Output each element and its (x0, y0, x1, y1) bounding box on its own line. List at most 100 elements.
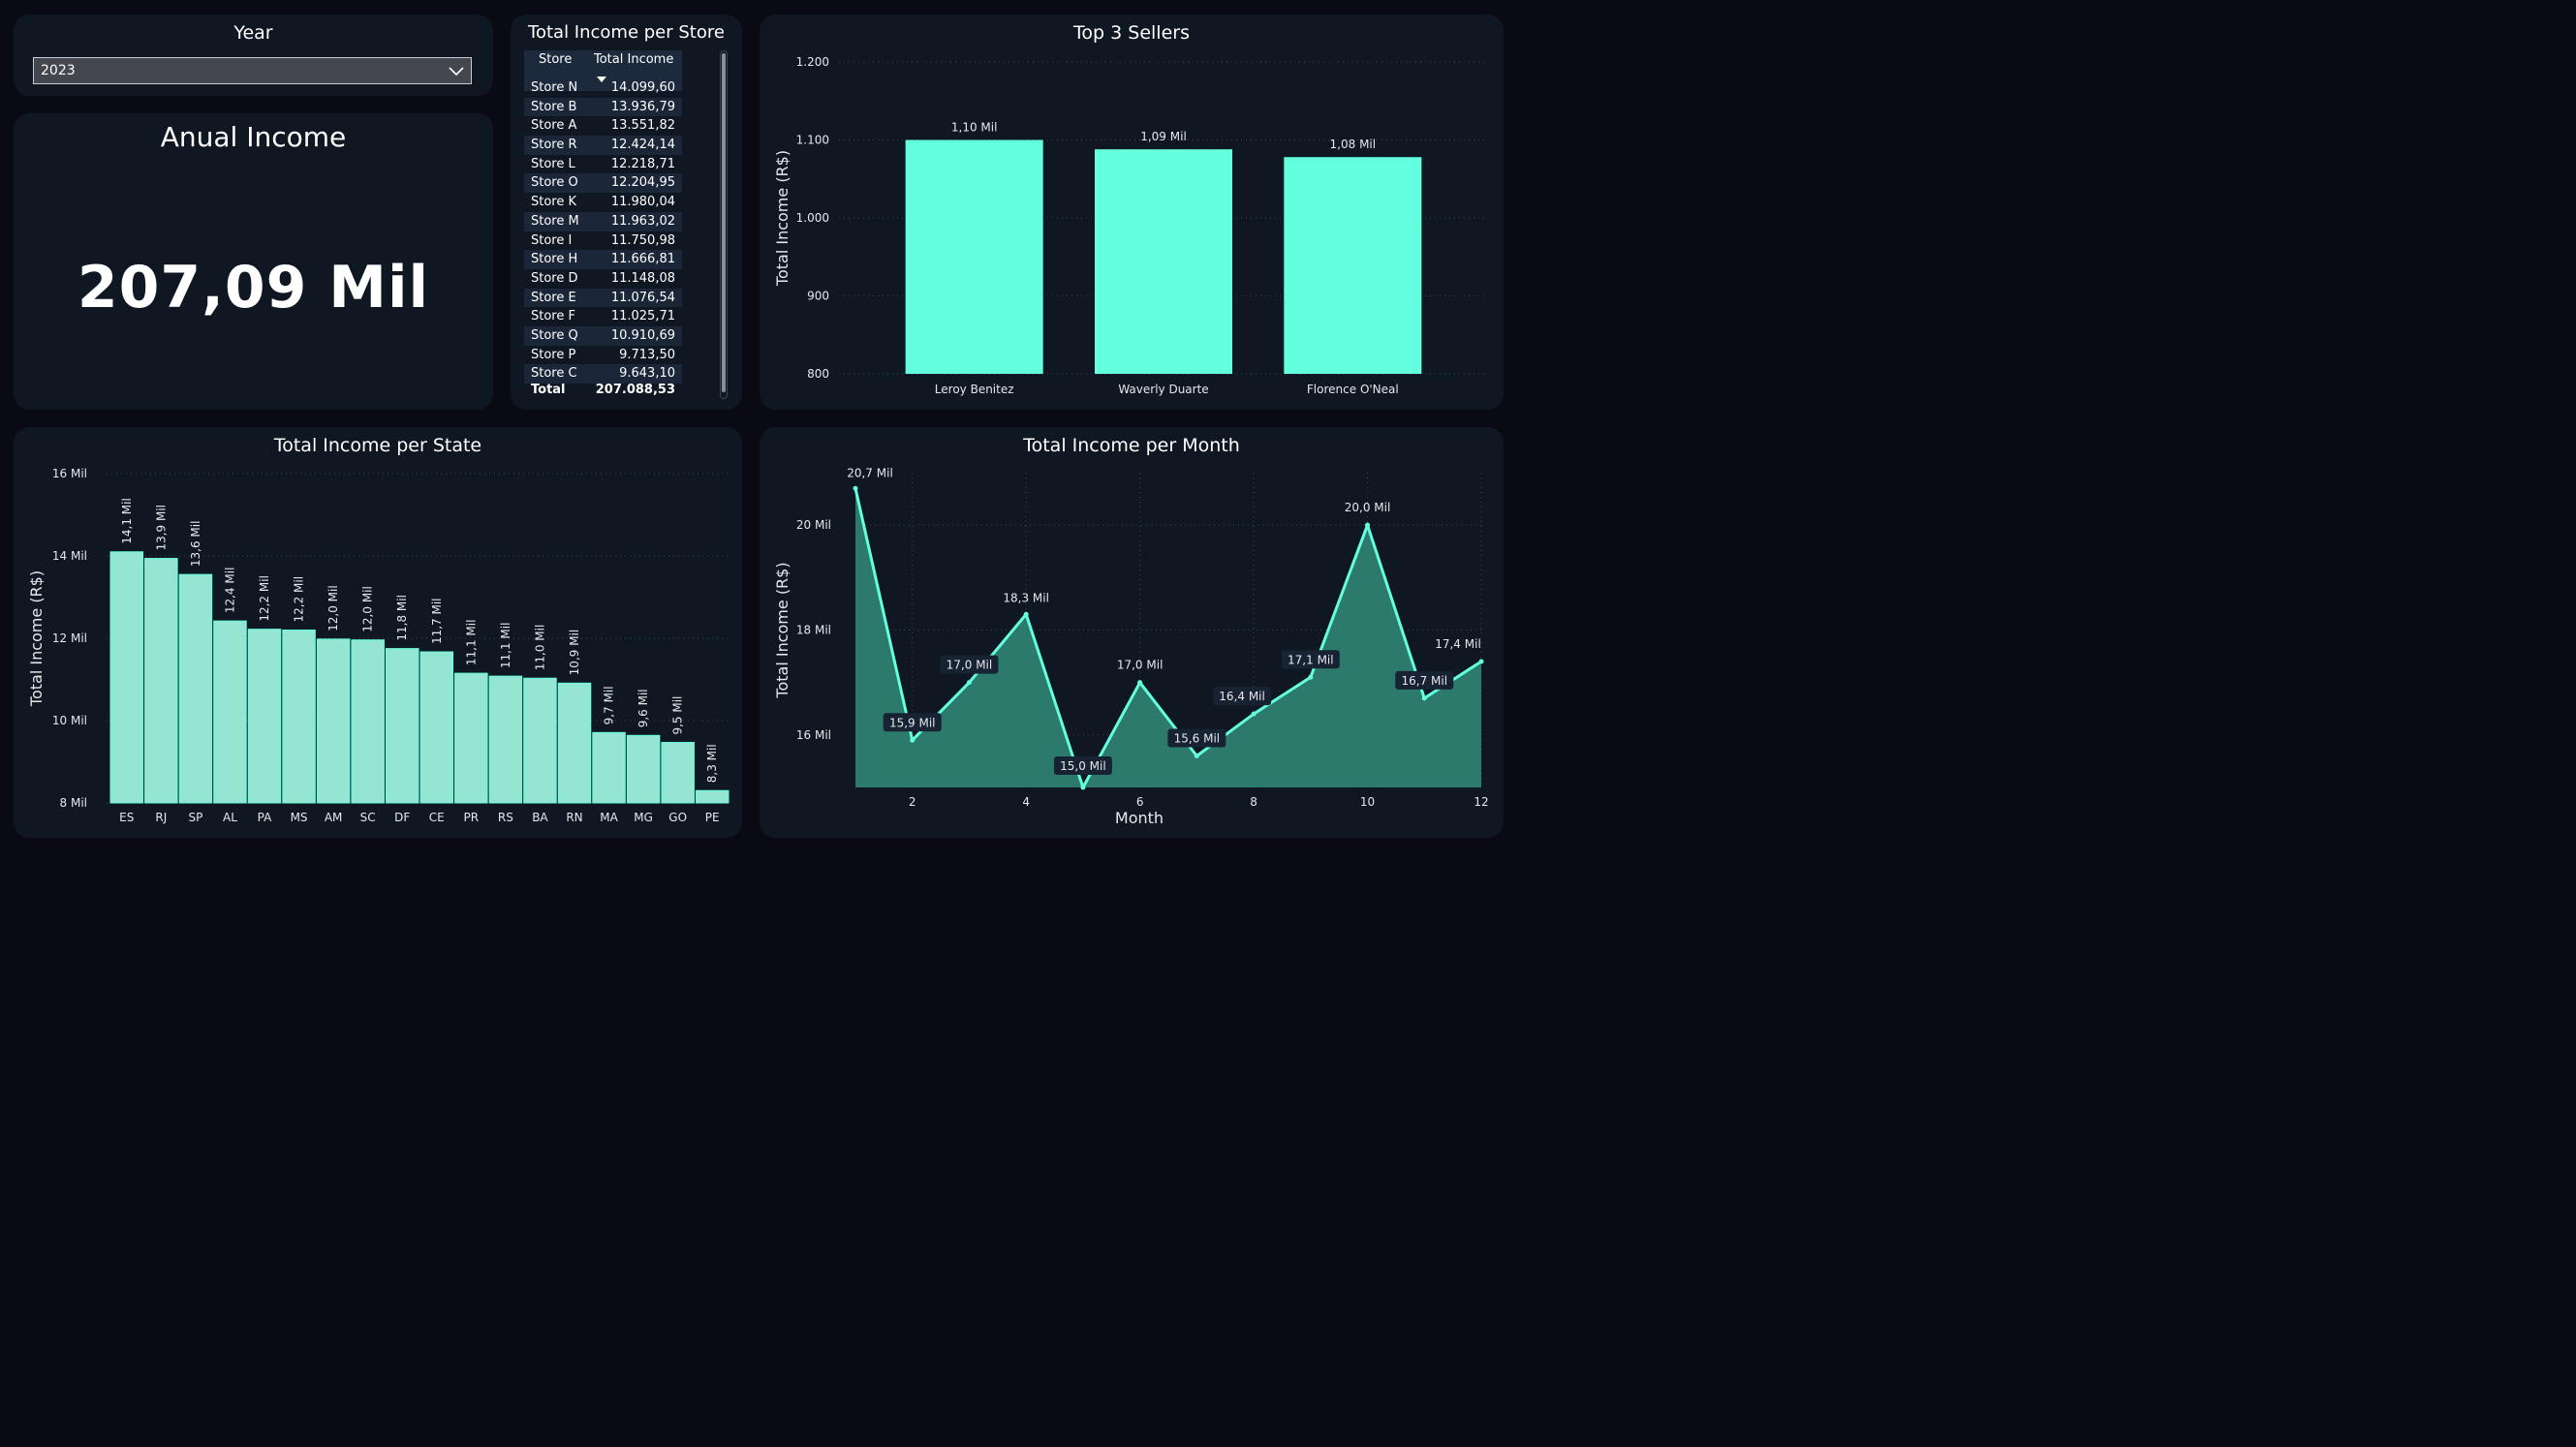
store-name-cell: Store B (531, 99, 577, 114)
state-income-chart: 8 Mil 10 Mil 12 Mil 14 Mil 16 Mil Total Incom… (27, 467, 730, 824)
data-label: 9,6 Mil (636, 689, 650, 727)
bar (626, 734, 661, 804)
table-row[interactable]: Store Q 10.910,69 (524, 325, 682, 346)
table-row[interactable]: Store N 14.099,60 (524, 78, 682, 98)
data-label: 11,7 Mil (430, 598, 444, 644)
data-label: 15,0 Mil (1060, 759, 1106, 773)
table-row[interactable]: Store K 11.980,04 (524, 193, 682, 212)
store-income-cell: 12.218,71 (610, 156, 675, 171)
x-tick-label: PR (464, 811, 480, 824)
data-point (1478, 659, 1484, 664)
store-table-title: Total Income per Store (528, 22, 725, 43)
data-label: 1,09 Mil (1140, 130, 1187, 143)
y-axis-title: Total Income (R$) (773, 562, 791, 698)
table-row[interactable]: Store F 11.025,71 (524, 307, 682, 326)
x-tick-label: DF (394, 811, 410, 824)
store-name-cell: Store H (531, 252, 578, 267)
table-row[interactable]: Store I 11.750,98 (524, 231, 682, 251)
store-name-cell: Store C (531, 366, 577, 382)
x-tick-label: RJ (155, 811, 167, 824)
table-row[interactable]: Store B 13.936,79 (524, 97, 682, 117)
bar (385, 648, 419, 804)
data-label: 16,4 Mil (1219, 690, 1265, 703)
store-name-cell: Store K (531, 195, 577, 210)
table-row[interactable]: Store C 9.643,10 (524, 364, 682, 384)
store-income-cell: 11.076,54 (610, 290, 675, 305)
data-label: 15,6 Mil (1174, 732, 1221, 746)
x-tick-label: RS (498, 811, 513, 824)
store-name-cell: Store N (531, 80, 578, 95)
y-tick-label: 20 Mil (796, 518, 831, 532)
table-row[interactable]: Store L 12.218,71 (524, 155, 682, 174)
store-income-cell: 13.936,79 (610, 99, 675, 114)
data-label: 14,1 Mil (120, 498, 134, 544)
x-tick-label: Florence O'Neal (1307, 383, 1399, 396)
chevron-down-icon[interactable] (448, 64, 465, 82)
data-label: 12,2 Mil (293, 576, 306, 623)
bar (109, 551, 144, 804)
x-tick-label: Waverly Duarte (1118, 383, 1208, 396)
bar (351, 639, 385, 804)
total-value: 207.088,53 (595, 383, 675, 397)
bar (419, 651, 454, 804)
data-point (1365, 522, 1371, 528)
y-tick-label: 18 Mil (796, 624, 831, 637)
table-row[interactable]: Store M 11.963,02 (524, 211, 682, 231)
y-axis-title: Total Income (R$) (27, 570, 46, 707)
bar (282, 630, 316, 804)
data-label: 8,3 Mil (705, 744, 719, 783)
data-label: 9,7 Mil (603, 686, 616, 724)
table-row[interactable]: Store R 12.424,14 (524, 136, 682, 155)
table-row[interactable]: Store D 11.148,08 (524, 269, 682, 289)
data-label: 20,7 Mil (847, 466, 893, 479)
table-scrollbar[interactable] (720, 50, 728, 399)
x-tick-label: MA (600, 811, 618, 824)
month-income-card: Total Income per Month 16 Mil 18 Mil 20 Mi… (760, 427, 1504, 838)
bar (488, 675, 523, 804)
data-label: 10,9 Mil (568, 630, 581, 676)
data-label: 18,3 Mil (1003, 591, 1049, 604)
bar (661, 742, 695, 804)
year-slicer-title: Year (233, 22, 273, 44)
x-tick-label: SC (360, 811, 376, 824)
bar (178, 573, 213, 804)
data-point (1080, 785, 1086, 790)
header-store[interactable]: Store (539, 52, 572, 67)
table-row[interactable]: Store E 11.076,54 (524, 288, 682, 308)
store-income-cell: 13.551,82 (610, 118, 675, 134)
store-name-cell: Store L (531, 156, 575, 171)
x-tick-label: PA (258, 811, 272, 824)
y-tick-label: 1.100 (796, 134, 829, 147)
bar (144, 558, 178, 804)
table-row[interactable]: Store H 11.666,81 (524, 250, 682, 269)
y-tick-label: 800 (807, 367, 829, 381)
data-label: 11,1 Mil (464, 620, 478, 666)
data-point (1137, 680, 1143, 686)
top-sellers-card: Top 3 Sellers 800 900 1.000 1.100 1.200 Total… (760, 15, 1504, 410)
table-row[interactable]: Store O 12.204,95 (524, 173, 682, 194)
data-point (1194, 754, 1199, 758)
data-label: 13,6 Mil (189, 521, 202, 568)
data-point (966, 680, 972, 686)
data-label: 17,0 Mil (1117, 659, 1164, 672)
year-dropdown[interactable]: 2023 (33, 57, 472, 84)
table-row[interactable]: Store A 13.551,82 (524, 116, 682, 136)
state-income-card: Total Income per State 8 Mil 10 Mil 12 Mil… (14, 427, 742, 838)
x-tick-label: PE (705, 811, 720, 824)
bar (316, 638, 351, 804)
data-label: 12,0 Mil (326, 585, 340, 631)
table-row[interactable]: Store P 9.713,50 (524, 346, 682, 365)
bar (454, 672, 488, 804)
x-tick-label: 8 (1250, 795, 1257, 809)
top-sellers-chart: 800 900 1.000 1.100 1.200 Total Income (R$) 1,… (773, 55, 1488, 396)
header-total-income[interactable]: Total Income (594, 52, 673, 67)
data-label: 12,4 Mil (223, 568, 236, 614)
data-label: 11,8 Mil (395, 595, 409, 641)
data-label: 1,08 Mil (1330, 138, 1377, 151)
data-label: 9,5 Mil (671, 696, 685, 735)
store-name-cell: Store O (531, 175, 578, 191)
table-scrollbar-thumb[interactable] (722, 53, 726, 392)
data-label: 11,1 Mil (499, 623, 512, 669)
x-tick-label: 10 (1360, 795, 1375, 809)
bar (247, 629, 282, 804)
